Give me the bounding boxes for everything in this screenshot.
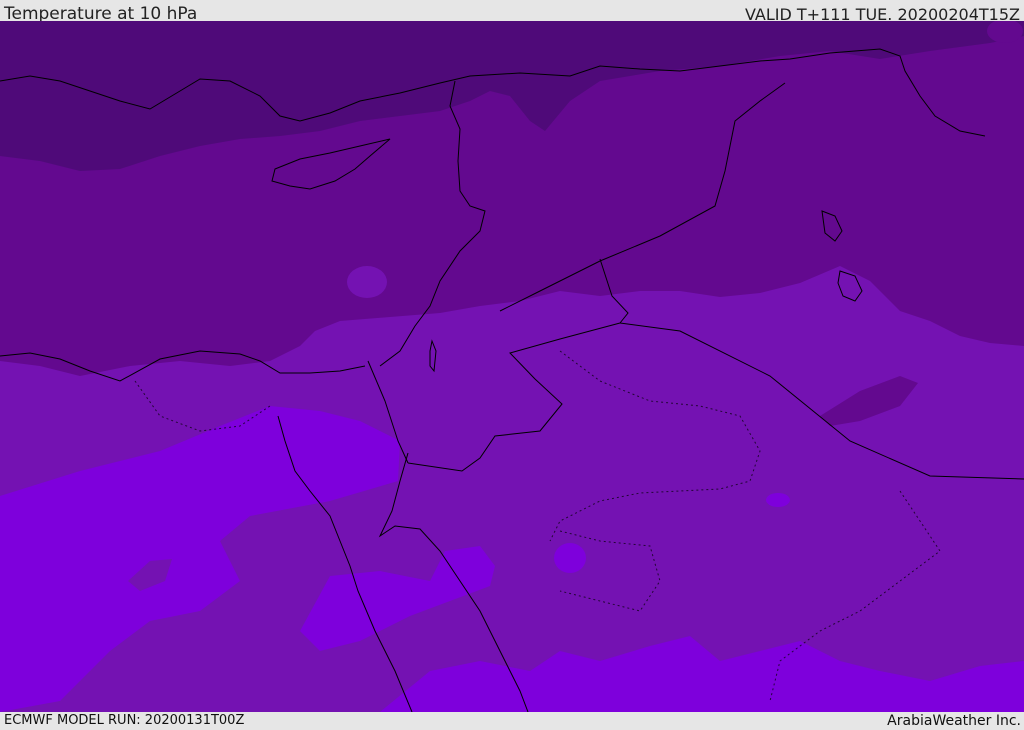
temperature-patch-cold-small [347,266,387,298]
map-footer: ECMWF MODEL RUN: 20200131T00Z ArabiaWeat… [0,712,1024,729]
map-header: Temperature at 10 hPa VALID T+111 TUE. 2… [0,0,1024,24]
model-run-label: ECMWF MODEL RUN: 20200131T00Z [4,713,245,728]
temperature-patch-warm-small [766,493,790,507]
temperature-patch-warm [554,543,586,573]
map-canvas [0,21,1024,712]
temperature-map [0,21,1024,712]
credit-label: ArabiaWeather Inc. [887,713,1021,729]
